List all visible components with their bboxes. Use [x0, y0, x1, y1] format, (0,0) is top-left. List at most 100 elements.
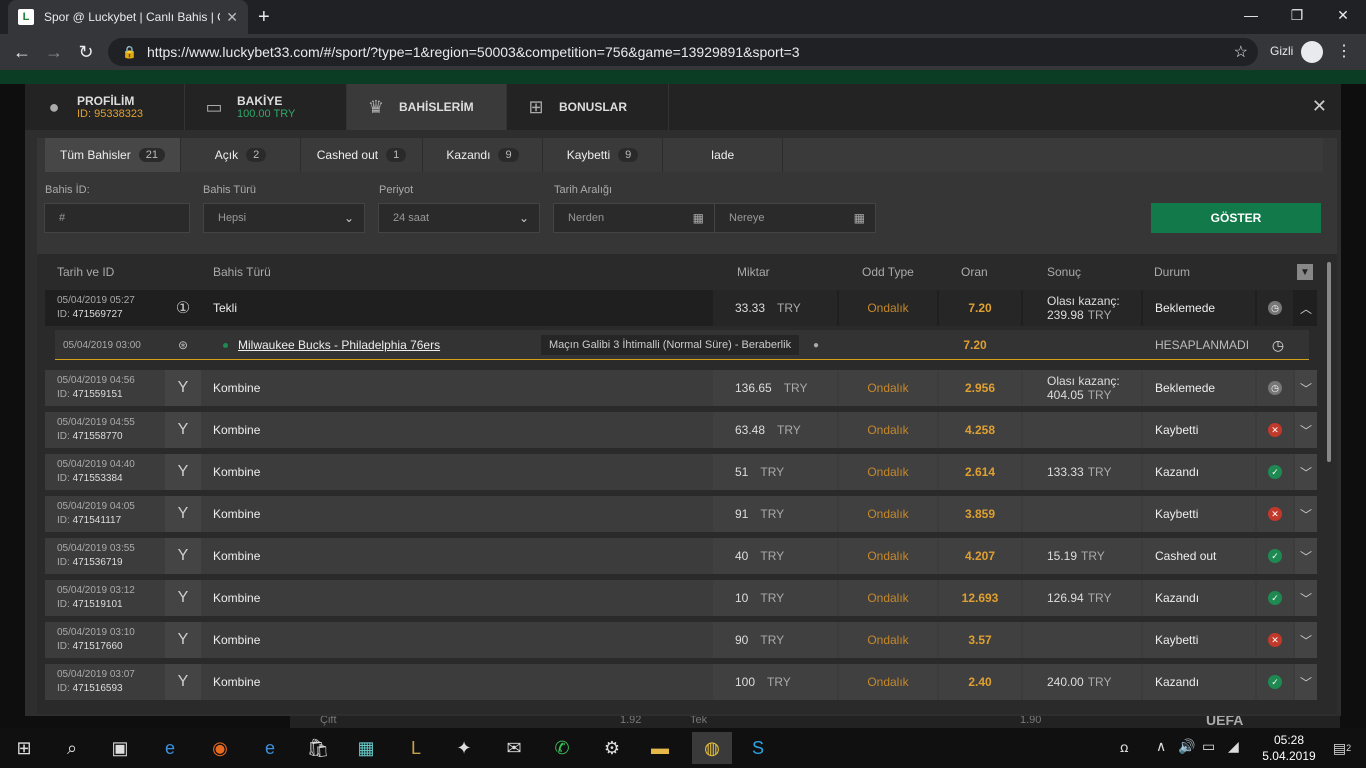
calendar-icon[interactable]: ▦ — [854, 211, 865, 225]
url-text[interactable]: https://www.luckybet33.com/#/sport/?type… — [147, 44, 800, 60]
firefox-icon[interactable]: ◉ — [204, 732, 236, 764]
selection-match[interactable]: Milwaukee Bucks - Philadelphia 76ers — [223, 330, 440, 360]
chrome-icon[interactable]: ◍ — [692, 732, 732, 764]
chevron-down-icon[interactable]: ﹀ — [1295, 538, 1317, 574]
calendar-icon[interactable]: ▦ — [693, 211, 704, 225]
status-icon-cell: ◷ — [1257, 370, 1293, 406]
amount-currency: TRY — [760, 633, 785, 647]
odd-type: Ondalık — [839, 496, 937, 532]
volume-icon[interactable]: 🔊 — [1178, 738, 1195, 755]
odd-type: Ondalık — [839, 622, 937, 658]
address-bar[interactable]: 🔒 https://www.luckybet33.com/#/sport/?ty… — [108, 38, 1258, 66]
back-button[interactable]: ← — [10, 40, 34, 64]
col-result: Sonuç — [1047, 265, 1082, 279]
chevron-down-icon: ⌄ — [343, 211, 354, 225]
minimize-button[interactable]: — — [1228, 0, 1274, 30]
battery-icon[interactable]: ▭ — [1202, 738, 1215, 755]
internet-explorer-icon[interactable]: e — [154, 732, 186, 764]
date-to-input[interactable]: Nereye ▦ — [714, 203, 876, 233]
bookmark-star-icon[interactable]: ☆ — [1234, 42, 1248, 62]
bet-id-input[interactable]: # — [44, 203, 190, 233]
selection-row[interactable]: 05/04/2019 03:00 ⊛ Milwaukee Bucks - Phila… — [55, 330, 1309, 360]
date-from-input[interactable]: Nerden ▦ — [553, 203, 715, 233]
scrollbar[interactable] — [1327, 262, 1331, 462]
maximize-button[interactable]: ❐ — [1274, 0, 1320, 30]
chevron-up-icon[interactable]: ︿ — [1295, 290, 1317, 326]
show-button[interactable]: GÖSTER — [1151, 203, 1321, 233]
browser-menu-icon[interactable]: ⋮ — [1336, 41, 1352, 61]
filter-tab-open[interactable]: Açık 2 — [181, 138, 301, 172]
bet-date: 05/04/2019 04:55 — [57, 417, 135, 428]
status-icon-cell: ◷ — [1257, 290, 1293, 326]
tab-my-bets[interactable]: ♛ BAHİSLERİM — [347, 84, 507, 130]
skype-icon[interactable]: S — [742, 732, 774, 764]
chevron-up-icon[interactable]: ∧ — [1156, 738, 1166, 755]
bet-id-label: ID: — [57, 641, 73, 652]
league-of-legends-icon[interactable]: L — [400, 732, 432, 764]
bet-date-id: 05/04/2019 03:07 ID: 471516593 — [57, 664, 135, 700]
chevron-down-icon[interactable]: ﹀ — [1295, 622, 1317, 658]
tab-profile[interactable]: ● PROFİLİM ID: 95338323 — [25, 84, 185, 130]
profile-id: ID: 95338323 — [77, 108, 144, 120]
file-explorer-icon[interactable]: ▬ — [644, 732, 676, 764]
taskbar-date: 5.04.2019 — [1262, 749, 1316, 763]
filter-tab-cashed-out[interactable]: Cashed out 1 — [301, 138, 423, 172]
filter-tab-lost[interactable]: Kaybetti 9 — [543, 138, 663, 172]
bets-table: Tarih ve ID Bahis Türü Miktar Odd Type O… — [37, 254, 1337, 714]
notifications-icon[interactable]: ▤ 2 — [1326, 732, 1358, 764]
browser-tab[interactable]: L Spor @ Luckybet | Canlı Bahis | C ✕ — [8, 0, 248, 34]
window-close-button[interactable]: ✕ — [1320, 0, 1366, 30]
chevron-down-icon[interactable]: ﹀ — [1295, 412, 1317, 448]
modal-close-button[interactable]: ✕ — [1312, 96, 1327, 117]
expand-all-icon[interactable]: ▼ — [1297, 264, 1313, 280]
mail-icon[interactable]: ✉ — [498, 732, 530, 764]
store-icon[interactable]: 🛍 — [302, 732, 334, 764]
steam-icon[interactable]: ⚙ — [596, 732, 628, 764]
tab-close-icon[interactable]: ✕ — [226, 9, 238, 26]
chevron-down-icon[interactable]: ﹀ — [1295, 580, 1317, 616]
app-icon[interactable]: ▦ — [350, 732, 382, 764]
people-icon[interactable]: ꭥ — [1120, 738, 1128, 757]
table-row[interactable]: 05/04/2019 04:55 ID: 471558770 Y Kombine 63.… — [45, 412, 1317, 448]
whatsapp-icon[interactable]: ✆ — [546, 732, 578, 764]
chevron-down-icon[interactable]: ﹀ — [1295, 664, 1317, 700]
edge-icon[interactable]: e — [254, 732, 286, 764]
table-row[interactable]: 05/04/2019 04:56 ID: 471559151 Y Kombine 136… — [45, 370, 1317, 406]
game-icon[interactable]: ✦ — [448, 732, 480, 764]
result-currency: TRY — [1087, 591, 1112, 605]
chevron-down-icon[interactable]: ﹀ — [1295, 370, 1317, 406]
match-name[interactable]: Milwaukee Bucks - Philadelphia 76ers — [238, 338, 440, 352]
modal-tabs: ● PROFİLİM ID: 95338323 ▭ BAKİYE 100.00 … — [25, 84, 1341, 130]
chevron-down-icon[interactable]: ﹀ — [1295, 454, 1317, 490]
selection-odds: 7.20 — [963, 338, 987, 352]
chevron-down-icon[interactable]: ﹀ — [1295, 496, 1317, 532]
filter-tab-refund[interactable]: Iade — [663, 138, 783, 172]
search-icon[interactable]: ⌕ — [56, 732, 88, 764]
bet-type-select[interactable]: Hepsi ⌄ — [203, 203, 365, 233]
filter-tab-won[interactable]: Kazandı 9 — [423, 138, 543, 172]
network-icon[interactable]: ◢ — [1228, 738, 1239, 755]
period-select[interactable]: 24 saat ⌄ — [378, 203, 540, 233]
incognito-icon[interactable] — [1301, 41, 1323, 63]
forward-button[interactable]: → — [42, 40, 66, 64]
info-icon[interactable]: ● — [801, 330, 831, 360]
windows-start-icon[interactable]: ⊞ — [8, 732, 40, 764]
table-row[interactable]: 05/04/2019 03:07 ID: 471516593 Y Kombine 100… — [45, 664, 1317, 700]
lost-icon: ✕ — [1268, 633, 1282, 647]
tab-balance[interactable]: ▭ BAKİYE 100.00 TRY — [185, 84, 347, 130]
filter-tab-all[interactable]: Tüm Bahisler 21 — [45, 138, 181, 172]
bet-date-id: 05/04/2019 05:27 ID: 471569727 — [57, 290, 135, 326]
tab-label: BAKİYE — [237, 94, 283, 108]
table-row[interactable]: 05/04/2019 03:55 ID: 471536719 Y Kombine 40 T… — [45, 538, 1317, 574]
task-view-icon[interactable]: ▣ — [104, 732, 136, 764]
table-row[interactable]: 05/04/2019 04:40 ID: 471553384 Y Kombine 51 T… — [45, 454, 1317, 490]
new-tab-button[interactable]: + — [258, 6, 270, 29]
table-row[interactable]: 05/04/2019 04:05 ID: 471541117 Y Kombine 91 T… — [45, 496, 1317, 532]
table-row[interactable]: 05/04/2019 03:10 ID: 471517660 Y Kombine 90 T… — [45, 622, 1317, 658]
taskbar-clock[interactable]: 05:28 5.04.2019 — [1258, 732, 1320, 764]
table-row[interactable]: 05/04/2019 05:27 ID: 471569727 ① Tekli 33.33… — [45, 290, 1317, 326]
tab-bonuses[interactable]: ⊞ BONUSLAR — [507, 84, 669, 130]
reload-button[interactable]: ↻ — [74, 40, 98, 64]
table-row[interactable]: 05/04/2019 03:12 ID: 471519101 Y Kombine 10 T… — [45, 580, 1317, 616]
result-label: Olası kazanç: — [1047, 374, 1120, 388]
